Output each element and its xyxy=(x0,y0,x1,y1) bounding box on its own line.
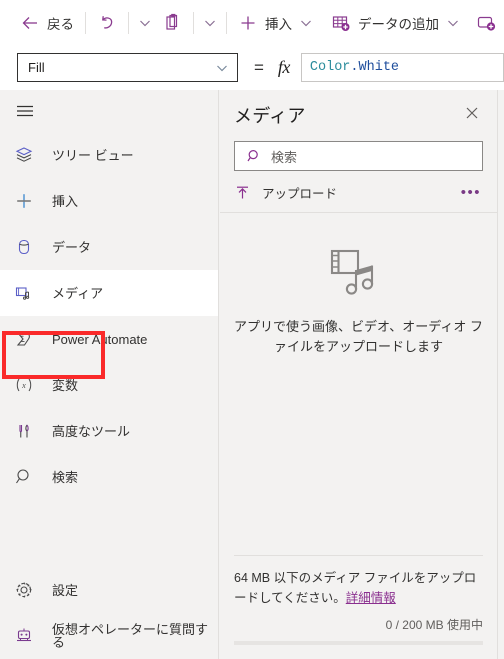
plus-icon xyxy=(238,13,258,33)
sidebar-item-data[interactable]: データ xyxy=(0,224,218,270)
upload-icon xyxy=(234,184,251,201)
toolbar-divider xyxy=(85,11,86,34)
media-search-input[interactable]: 検索 xyxy=(234,141,483,171)
upload-button[interactable]: アップロード xyxy=(234,183,337,202)
sidebar-item-label: 設定 xyxy=(52,582,79,598)
hamburger-menu-icon xyxy=(14,100,36,122)
learn-more-link[interactable]: 詳細情報 xyxy=(346,591,396,605)
back-button[interactable]: 戻る xyxy=(14,7,80,39)
upload-label: アップロード xyxy=(262,186,338,201)
sidebar-item-tree-view[interactable]: ツリー ビュー xyxy=(0,132,218,178)
add-data-table-icon xyxy=(331,13,351,33)
chevron-down-icon xyxy=(446,16,460,30)
command-bar-divider xyxy=(220,212,497,213)
media-panel-header: メディア xyxy=(220,90,497,128)
gear-icon xyxy=(14,580,34,600)
formula-property-token: .White xyxy=(350,60,400,75)
toolbar-divider xyxy=(226,11,227,34)
paste-button[interactable] xyxy=(156,7,188,39)
sidebar-item-label: 検索 xyxy=(52,469,79,485)
footer-divider xyxy=(234,555,483,556)
fx-label: fx xyxy=(277,57,291,77)
clipboard-paste-icon xyxy=(162,13,182,33)
storage-usage-text: 0 / 200 MB 使用中 xyxy=(385,618,483,632)
media-film-music-icon xyxy=(328,245,390,299)
sidebar-item-label: メディア xyxy=(52,285,104,301)
search-icon xyxy=(14,467,34,487)
plus-icon xyxy=(14,191,34,211)
chevron-down-icon xyxy=(299,16,313,30)
footer-note: 64 MB 以下のメディア ファイルをアップロードしてください。詳細情報 xyxy=(234,568,483,608)
tree-view-icon xyxy=(14,145,34,165)
powerapps-studio-window: 戻る 挿入 データの追加 Fill = fx Color .White ツリー … xyxy=(0,0,504,659)
media-empty-state: アプリで使う画像、ビデオ、オーディオ ファイルをアップロードします xyxy=(220,245,497,357)
new-screen-button[interactable] xyxy=(470,7,504,39)
formula-input[interactable]: Color .White xyxy=(300,53,504,82)
sidebar-item-label: ツリー ビュー xyxy=(52,147,134,163)
undo-button[interactable] xyxy=(91,7,123,39)
panel-right-edge xyxy=(497,90,504,659)
sidebar-menu-button[interactable] xyxy=(0,90,218,132)
undo-dropdown-button[interactable] xyxy=(134,8,156,38)
media-icon xyxy=(14,283,34,303)
media-command-bar: アップロード ••• xyxy=(234,177,483,207)
panel-title: メディア xyxy=(234,106,306,126)
media-search-placeholder: 検索 xyxy=(271,149,298,165)
sidebar-item-search[interactable]: 検索 xyxy=(0,454,218,500)
database-icon xyxy=(14,237,34,257)
variables-icon: x xyxy=(14,375,34,395)
sidebar-item-advanced-tools[interactable]: 高度なツール xyxy=(0,408,218,454)
paste-dropdown-button[interactable] xyxy=(199,8,221,38)
top-toolbar: 戻る 挿入 データの追加 xyxy=(0,0,504,45)
media-panel: メディア 検索 アップロード ••• アプリで使う画像、ビデオ、オーディオ ファ… xyxy=(220,90,497,659)
close-panel-button[interactable] xyxy=(461,102,483,124)
sidebar-item-label: 高度なツール xyxy=(52,423,131,439)
search-icon xyxy=(246,148,262,164)
sidebar-item-label: 挿入 xyxy=(52,193,79,209)
sidebar-item-power-automate[interactable]: Power Automate xyxy=(0,316,218,362)
media-panel-footer: 64 MB 以下のメディア ファイルをアップロードしてください。詳細情報 0 /… xyxy=(220,555,497,659)
storage-progress-bar xyxy=(234,641,483,645)
chevron-down-icon xyxy=(203,16,217,30)
toolbar-divider xyxy=(128,11,129,34)
left-sidebar: ツリー ビュー 挿入 データ メディア Power Automate x 変数 … xyxy=(0,90,219,659)
sidebar-item-label: 仮想オペレーターに質問する xyxy=(52,622,209,650)
add-data-label: データの追加 xyxy=(358,16,439,32)
robot-icon xyxy=(14,626,34,646)
media-empty-message: アプリで使う画像、ビデオ、オーディオ ファイルをアップロードします xyxy=(234,319,483,355)
more-options-icon[interactable]: ••• xyxy=(461,184,483,201)
svg-text:x: x xyxy=(21,381,26,390)
formula-object-token: Color xyxy=(309,60,351,75)
sidebar-item-media[interactable]: メディア xyxy=(0,270,218,316)
property-select[interactable]: Fill xyxy=(17,53,238,82)
insert-button[interactable]: 挿入 xyxy=(232,7,319,39)
close-icon xyxy=(464,105,480,121)
chevron-down-icon xyxy=(138,16,152,30)
equals-sign: = xyxy=(253,57,264,77)
toolbar-divider xyxy=(193,11,194,34)
sidebar-item-virtual-operator[interactable]: 仮想オペレーターに質問する xyxy=(0,613,219,659)
arrow-left-icon xyxy=(20,13,40,33)
advanced-tools-icon xyxy=(14,421,34,441)
formula-bar: Fill = fx Color .White xyxy=(0,45,504,90)
sidebar-item-label: 変数 xyxy=(52,377,79,393)
sidebar-item-variables[interactable]: x 変数 xyxy=(0,362,218,408)
add-data-button[interactable]: データの追加 xyxy=(325,7,466,39)
power-automate-icon xyxy=(14,329,34,349)
chevron-down-icon xyxy=(215,61,229,75)
property-select-value: Fill xyxy=(28,60,45,75)
sidebar-item-settings[interactable]: 設定 xyxy=(0,567,219,613)
sidebar-item-label: Power Automate xyxy=(52,331,148,347)
insert-label: 挿入 xyxy=(265,16,292,32)
sidebar-item-label: データ xyxy=(52,239,92,255)
new-screen-icon xyxy=(476,13,498,33)
back-label: 戻る xyxy=(47,16,74,32)
undo-icon xyxy=(97,13,117,33)
sidebar-item-insert[interactable]: 挿入 xyxy=(0,178,218,224)
sidebar-bottom-group: 設定 仮想オペレーターに質問する xyxy=(0,567,219,659)
